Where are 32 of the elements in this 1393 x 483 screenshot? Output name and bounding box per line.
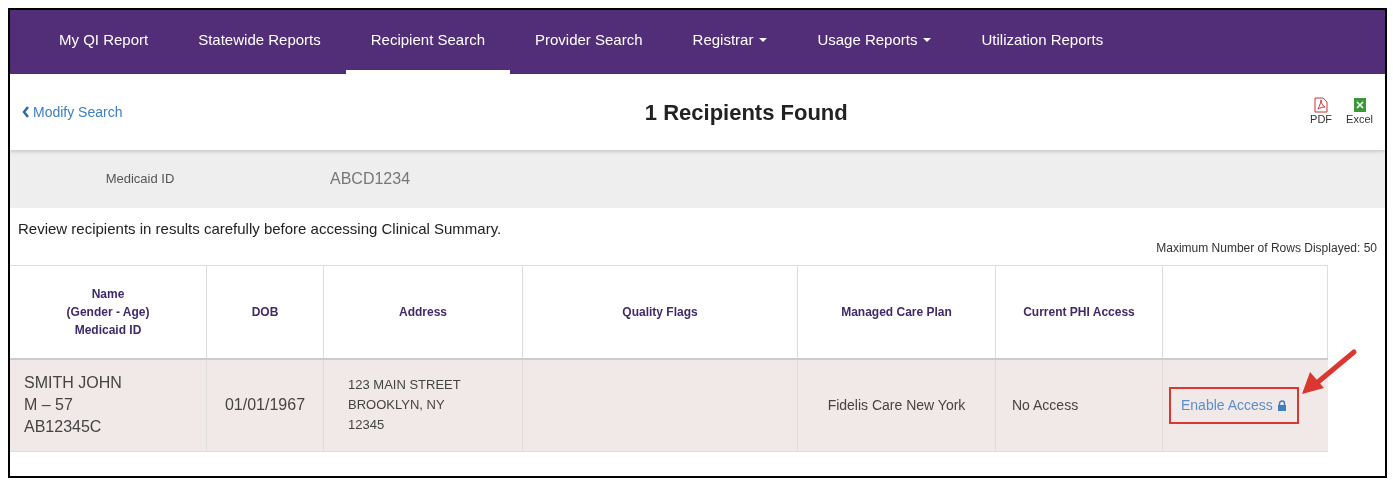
table-cell: 01/01/1967 — [207, 359, 324, 451]
nav-tab[interactable]: Utilization Reports — [956, 10, 1129, 74]
nav-tab[interactable]: Recipient Search — [345, 10, 510, 74]
table-cell: SMITH JOHN M – 57 AB12345C — [10, 359, 207, 451]
criteria-value: ABCD1234 — [330, 169, 411, 189]
table-cell: 123 MAIN STREET BROOKLYN, NY 12345 — [324, 359, 523, 451]
nav-tab[interactable]: Usage Reports — [792, 10, 957, 74]
nav-tab[interactable]: My QI Report — [34, 10, 174, 74]
export-button[interactable]: Excel — [1346, 97, 1373, 127]
lock-icon — [1276, 399, 1287, 411]
column-header: Current PHI Access — [996, 265, 1163, 358]
column-header: Quality Flags — [523, 265, 798, 358]
criteria-label: Medicaid ID — [104, 170, 176, 189]
export-button[interactable]: PDF — [1310, 97, 1333, 127]
caret-icon — [923, 38, 932, 42]
spreadsheet-icon — [1352, 97, 1367, 114]
nav-tab[interactable]: Statewide Reports — [173, 10, 346, 74]
review-notice: Review recipients in results carefully before accessing Clinical Summary. — [18, 219, 503, 239]
results-title: 1 Recipients Found — [644, 98, 848, 127]
table-cell: Fidelis Care New York — [798, 359, 996, 451]
nav-tab[interactable]: Registrar — [667, 10, 793, 74]
table-cell: No Access — [996, 359, 1163, 451]
column-header: Address — [324, 265, 523, 358]
chevron-left-icon — [22, 106, 30, 118]
modify-search-link[interactable]: Modify Search — [22, 101, 123, 123]
column-header: Managed Care Plan — [798, 265, 996, 358]
column-header: Name (Gender - Age) Medicaid ID — [10, 265, 207, 358]
max-rows-note: Maximum Number of Rows Displayed: 50 — [1156, 239, 1377, 257]
caret-icon — [759, 38, 768, 42]
pdf-file-icon — [1314, 97, 1329, 114]
nav-tab[interactable]: Provider Search — [510, 10, 668, 74]
column-header: DOB — [207, 265, 324, 358]
